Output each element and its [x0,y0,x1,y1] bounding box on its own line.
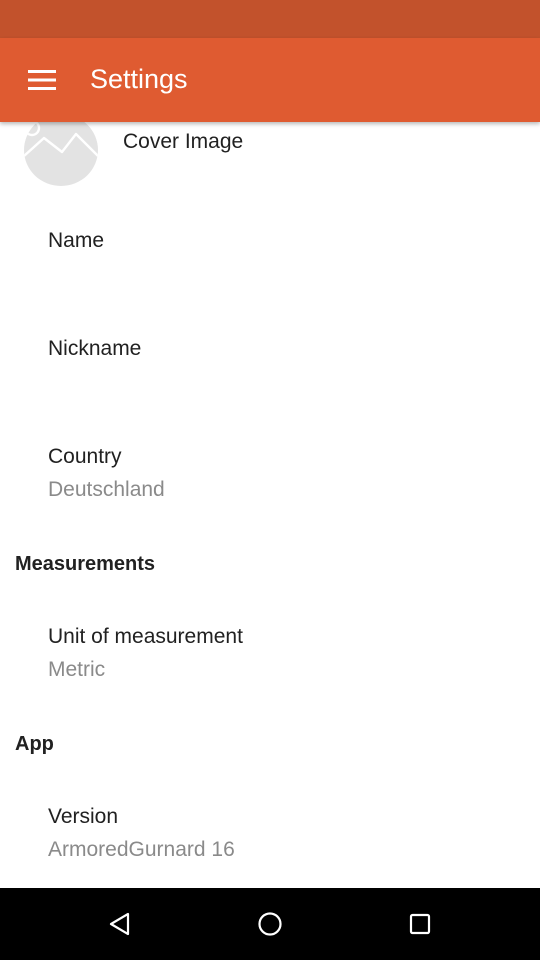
country-title: Country [48,445,122,468]
version-title: Version [48,805,119,828]
recents-square-icon [409,913,431,935]
settings-screen: Settings Cover Image Name Nickname Count… [0,0,540,960]
back-triangle-icon [109,912,130,936]
unit-of-measurement-value: Metric [48,658,106,681]
settings-list[interactable]: Cover Image Name Nickname Country Deutsc… [0,122,540,888]
nickname-title: Nickname [48,337,142,360]
country-preference[interactable]: Country Deutschland [48,444,165,503]
menu-button[interactable] [14,52,70,108]
name-title: Name [48,229,105,252]
home-button[interactable] [246,900,294,948]
navigation-bar [0,888,540,960]
version-value: ArmoredGurnard 16 [48,838,235,861]
unit-of-measurement-preference[interactable]: Unit of measurement Metric [48,624,243,683]
app-bar: Settings [0,38,540,122]
country-value: Deutschland [48,478,165,501]
cover-image-preference[interactable]: Cover Image [0,122,540,194]
measurements-category-header: Measurements [15,553,156,575]
cover-image-label: Cover Image [123,130,244,153]
app-category-header: App [15,733,54,755]
status-bar [0,0,540,38]
hamburger-menu-icon [28,70,56,90]
unit-of-measurement-title: Unit of measurement [48,625,243,648]
page-title: Settings [90,64,188,94]
version-preference[interactable]: Version ArmoredGurnard 16 [48,804,235,863]
name-preference[interactable]: Name [48,228,104,254]
nickname-preference[interactable]: Nickname [48,336,141,362]
image-placeholder-icon [24,122,98,186]
home-circle-icon [258,912,282,936]
recents-button[interactable] [396,900,444,948]
back-button[interactable] [96,900,144,948]
